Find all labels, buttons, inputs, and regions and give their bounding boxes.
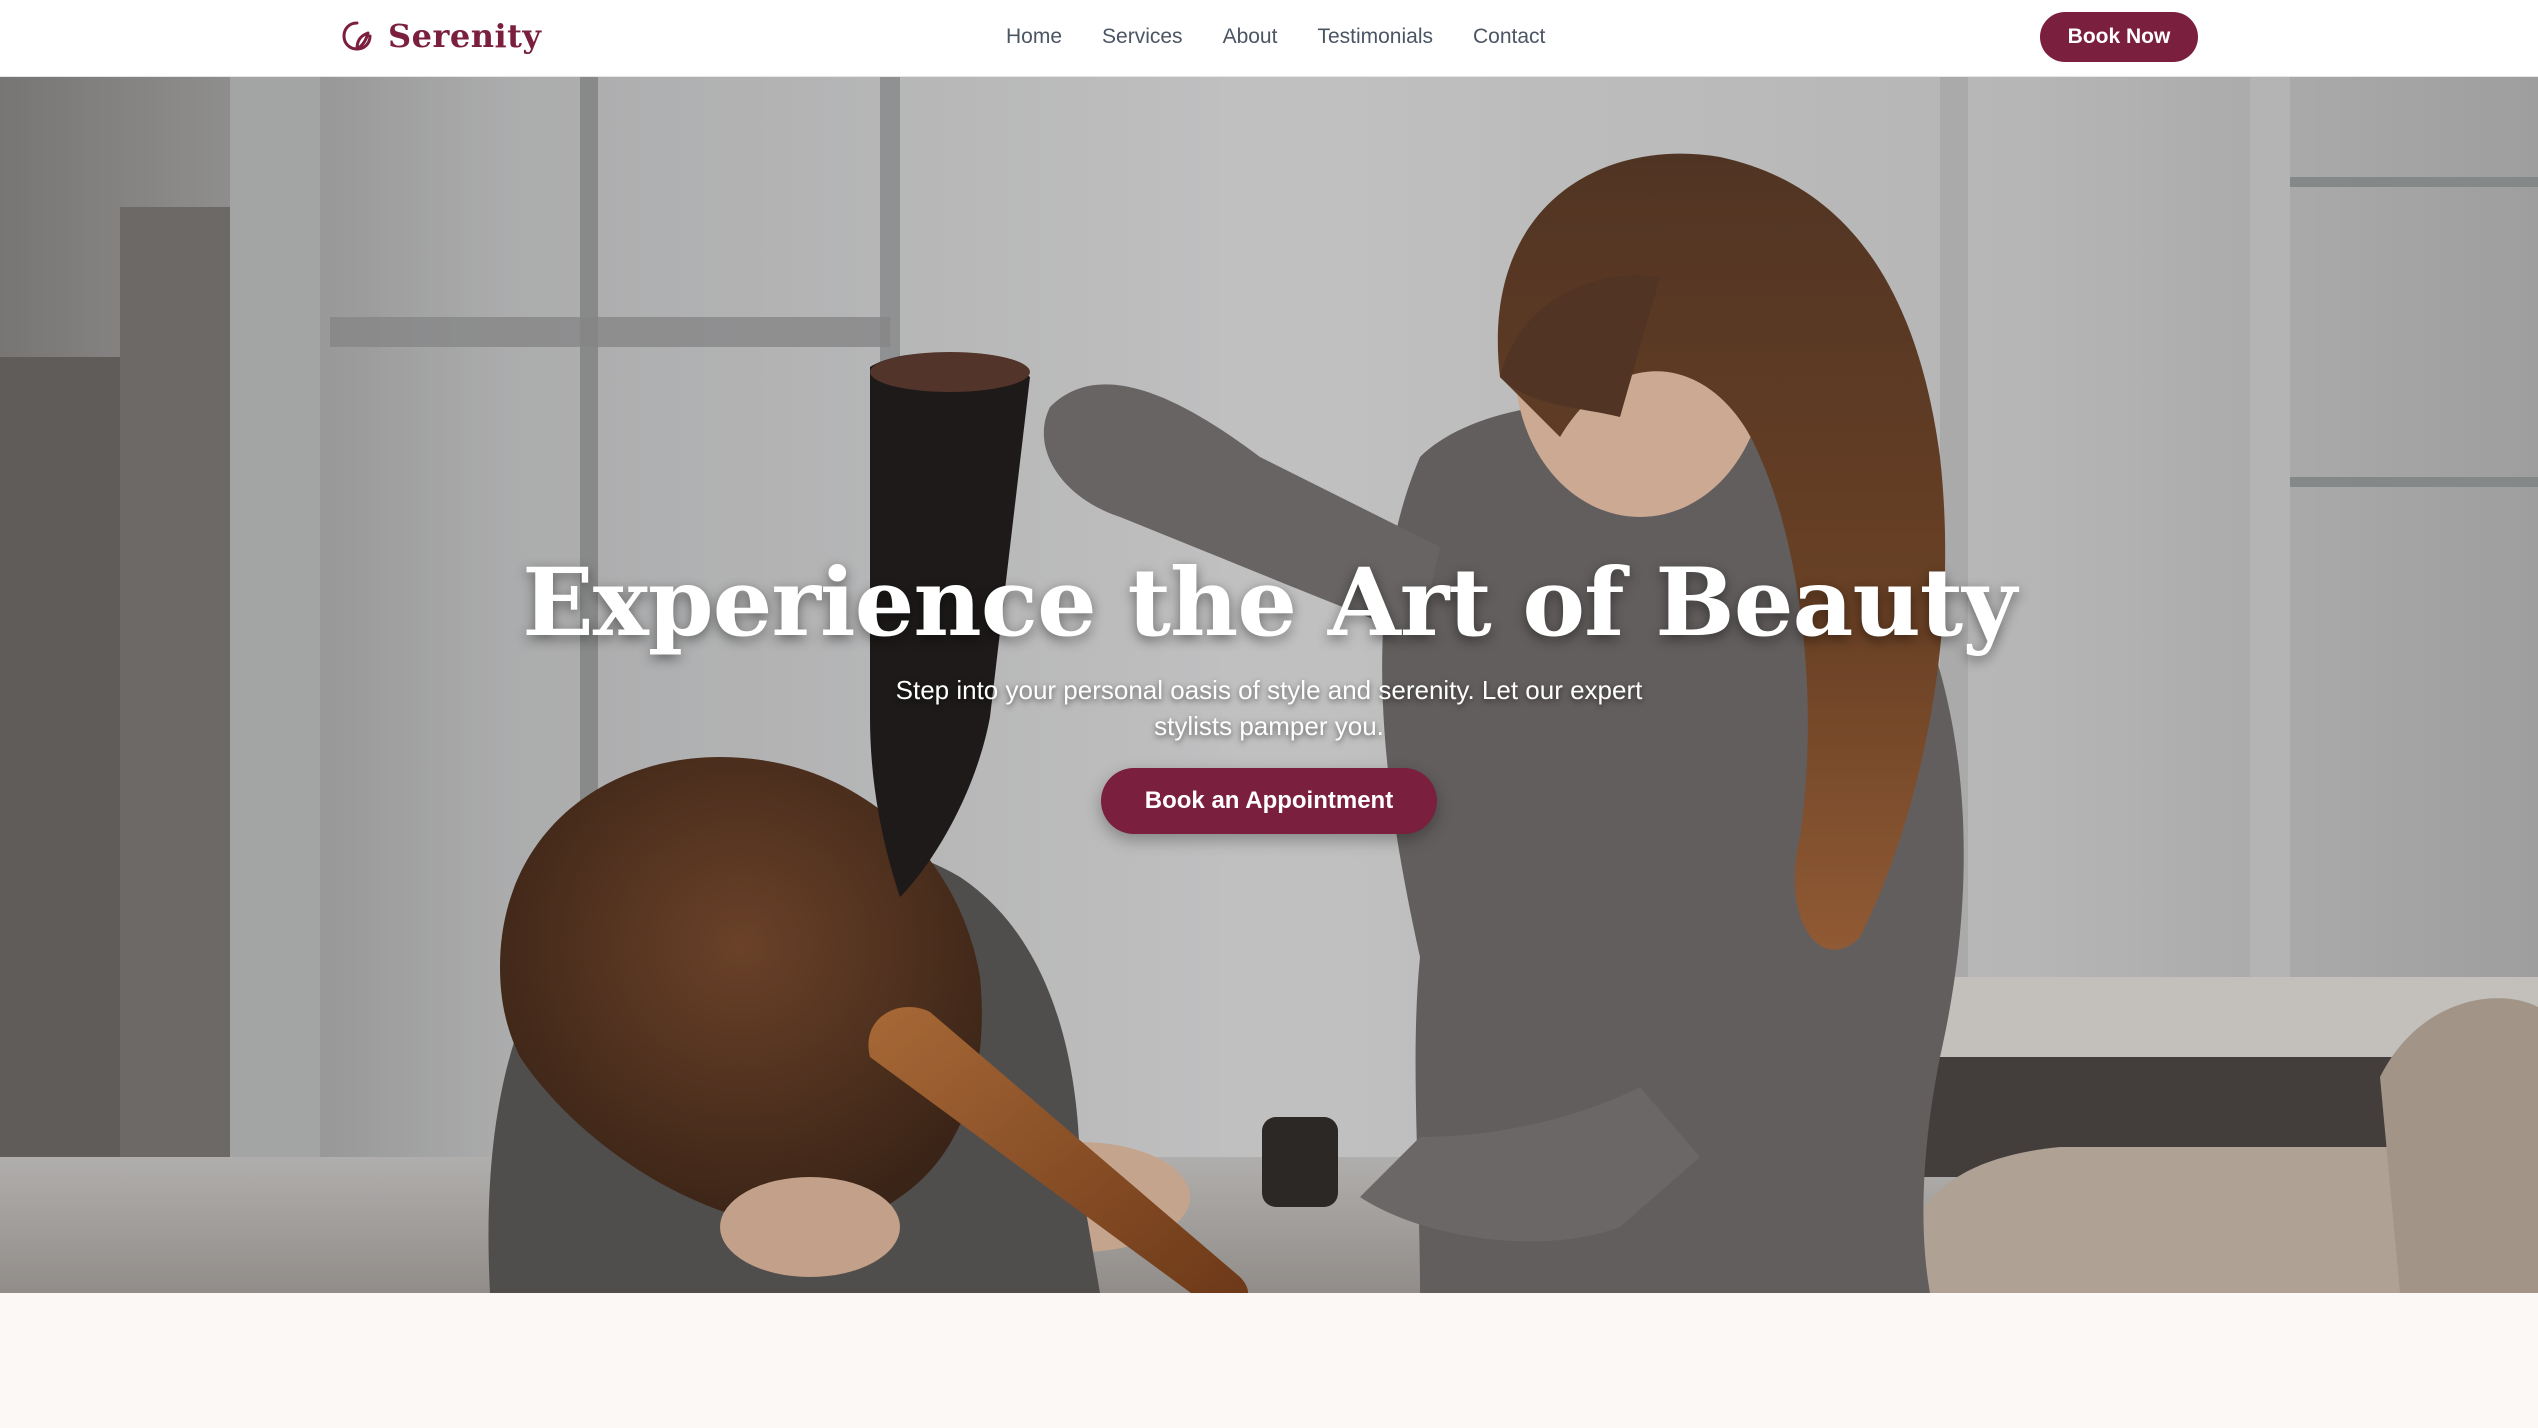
brand-logo-link[interactable]: Serenity bbox=[340, 16, 541, 56]
nav-services-link[interactable]: Services bbox=[1102, 22, 1183, 52]
nav-contact-link[interactable]: Contact bbox=[1473, 22, 1545, 52]
book-now-button[interactable]: Book Now bbox=[2040, 12, 2198, 62]
spa-leaf-icon bbox=[342, 21, 372, 51]
hero-section: Experience the Art of Beauty Step into y… bbox=[0, 77, 2538, 1293]
next-section bbox=[0, 1293, 2538, 1428]
brand-name: Serenity bbox=[388, 17, 542, 55]
site-header: Serenity Home Services About Testimonial… bbox=[0, 0, 2538, 77]
nav-about-link[interactable]: About bbox=[1223, 22, 1278, 52]
nav-home-link[interactable]: Home bbox=[1006, 22, 1062, 52]
nav-testimonials-link[interactable]: Testimonials bbox=[1317, 22, 1433, 52]
hero-subtitle: Step into your personal oasis of style a… bbox=[895, 674, 1643, 741]
main-nav: Home Services About Testimonials Contact bbox=[1006, 22, 1545, 52]
book-appointment-button[interactable]: Book an Appointment bbox=[1101, 767, 1437, 834]
hero-title: Experience the Art of Beauty bbox=[522, 548, 2017, 658]
hero-content: Experience the Art of Beauty Step into y… bbox=[0, 547, 2538, 834]
